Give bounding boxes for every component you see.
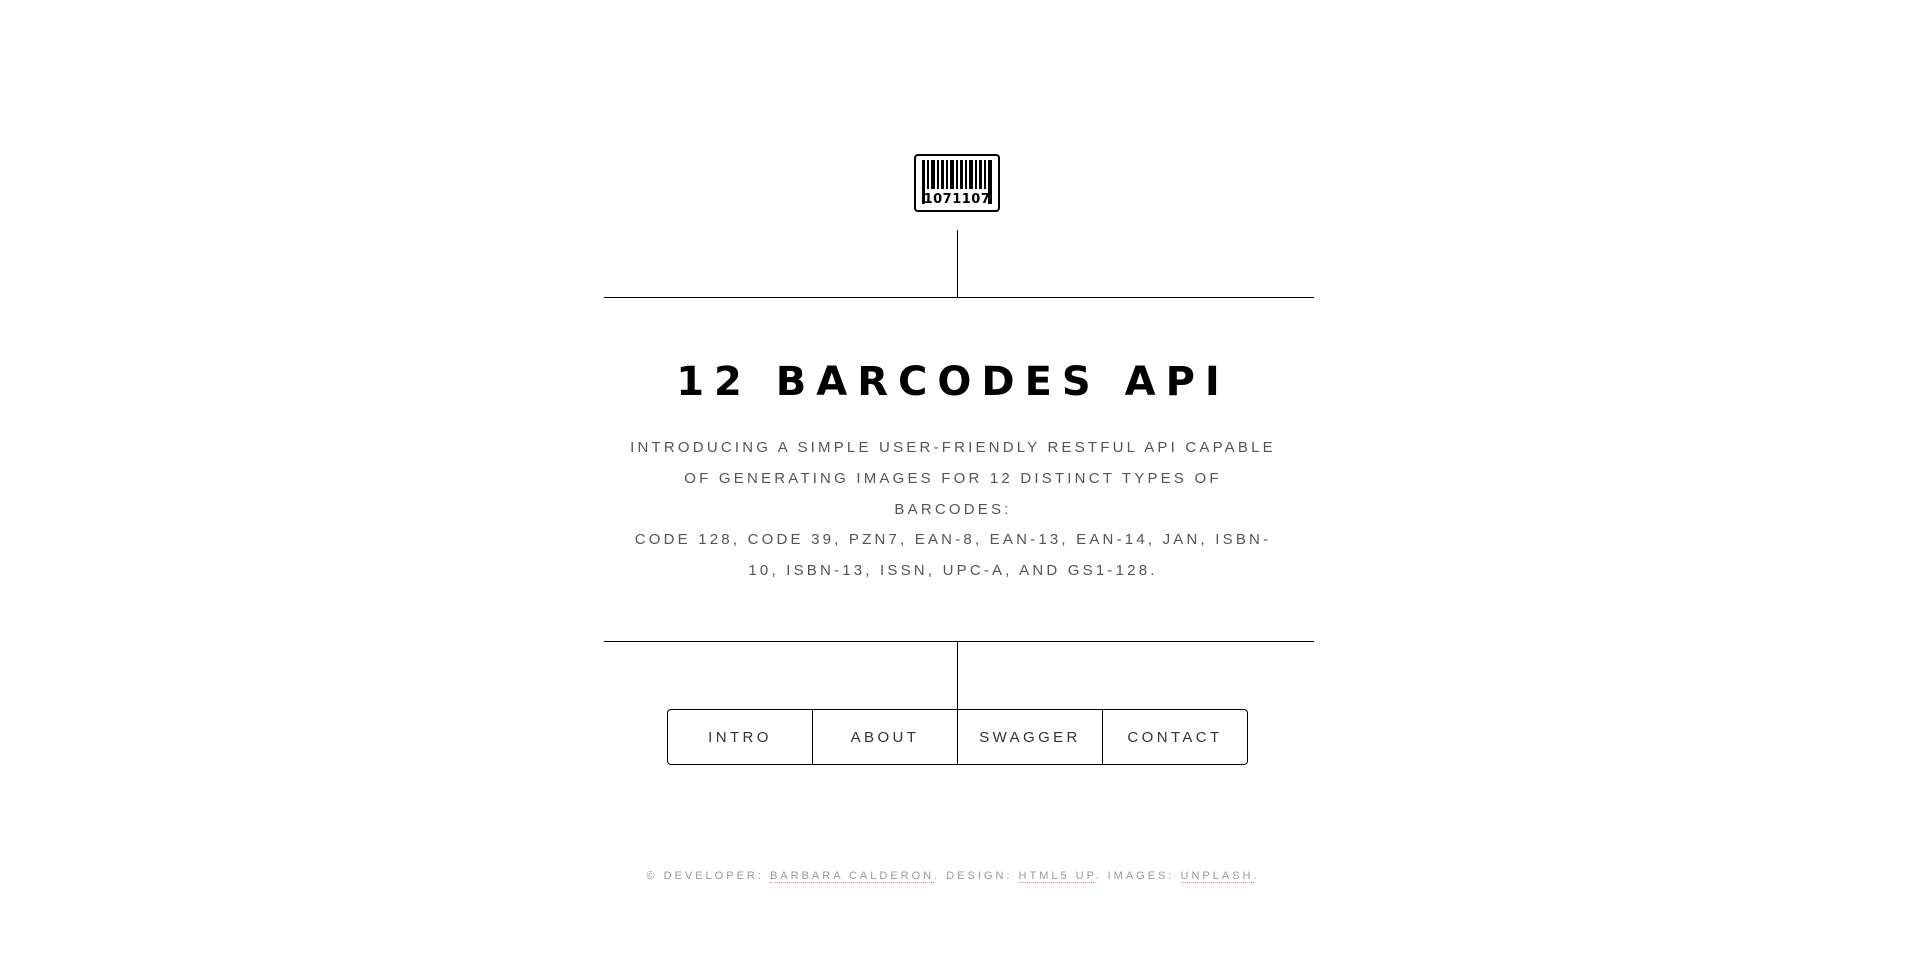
footer-images-prefix: . IMAGES: — [1095, 870, 1181, 882]
barcode-types-text: CODE 128, CODE 39, PZN7, EAN-8, EAN-13, … — [634, 531, 1272, 579]
barcode-digits: 1071107 — [924, 192, 991, 207]
intro-text: INTRODUCING A SIMPLE USER-FRIENDLY RESTF… — [630, 439, 1276, 518]
footer-developer-prefix: © DEVELOPER: — [646, 870, 770, 882]
developer-link[interactable]: BARBARA CALDERON — [769, 870, 935, 883]
nav-item-contact[interactable]: CONTACT — [1102, 710, 1247, 764]
nav-item-swagger[interactable]: SWAGGER — [957, 710, 1102, 764]
barcode-graphic: 1071107 — [922, 160, 992, 207]
footer-suffix: . — [1253, 870, 1260, 882]
header-connector-vertical — [957, 230, 958, 297]
header-divider — [604, 297, 1314, 298]
footer-design-prefix: . DESIGN: — [934, 870, 1019, 882]
images-link[interactable]: UNPLASH — [1180, 870, 1254, 883]
nav-item-intro[interactable]: INTRO — [668, 710, 812, 764]
barcode-icon: 1071107 — [914, 154, 1000, 212]
page-title: 12 BARCODES API — [676, 359, 1230, 405]
page: 1071107 12 BARCODES API INTRODUCING A SI… — [0, 0, 1906, 955]
footer-copyright: © DEVELOPER: BARBARA CALDERON. DESIGN: H… — [0, 870, 1906, 883]
main-nav: INTRO ABOUT SWAGGER CONTACT — [667, 709, 1248, 765]
nav-item-about[interactable]: ABOUT — [812, 710, 957, 764]
nav-connector-vertical — [957, 641, 958, 709]
nav-divider — [604, 641, 1314, 642]
design-link[interactable]: HTML5 UP — [1018, 870, 1096, 883]
